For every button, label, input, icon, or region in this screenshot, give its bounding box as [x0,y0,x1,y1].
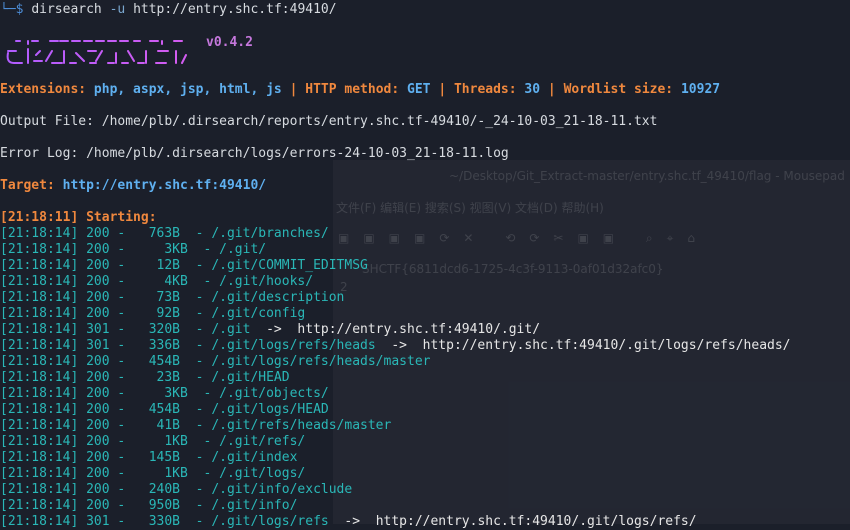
result-entry: [21:18:14] 200 - 763B - /.git/branches/ [0,226,329,241]
method-label: HTTP method: [305,82,400,97]
method-value: GET [407,82,431,97]
result-line: [21:18:14] 301 - 336B - /.git/logs/refs/… [0,338,850,354]
result-line: [21:18:14] 200 - 454B - /.git/logs/refs/… [0,354,850,370]
extensions-label: Extensions: [0,82,87,97]
result-entry: [21:18:14] 200 - 3KB - /.git/ [0,242,267,257]
dirsearch-logo [6,40,187,64]
result-entry: [21:18:14] 200 - 92B - /.git/config [0,306,306,321]
command-flag: -u [109,2,126,17]
result-entry: [21:18:14] 200 - 73B - /.git/description [0,290,345,305]
command-line: └─$ dirsearch -u http://entry.shc.tf:494… [0,2,850,18]
result-line: [21:18:14] 200 - 41B - /.git/refs/heads/… [0,418,850,434]
starting-line: [21:18:11] Starting: [0,210,157,225]
result-line: [21:18:14] 301 - 330B - /.git/logs/refs … [0,514,850,530]
result-line: [21:18:14] 200 - 92B - /.git/config [0,306,850,322]
result-line: [21:18:14] 200 - 240B - /.git/info/exclu… [0,482,850,498]
result-entry: [21:18:14] 200 - 12B - /.git/COMMIT_EDIT… [0,258,368,273]
result-line: [21:18:14] 200 - 763B - /.git/branches/ [0,226,850,242]
result-entry: [21:18:14] 200 - 23B - /.git/HEAD [0,370,290,385]
result-line: [21:18:14] 200 - 73B - /.git/description [0,290,850,306]
version-text: v0.4.2 [206,35,253,50]
result-line: [21:18:14] 200 - 23B - /.git/HEAD [0,370,850,386]
result-entry: [21:18:14] 200 - 145B - /.git/index [0,450,298,465]
wordlist-label: Wordlist size: [563,82,674,97]
separator-2: | [438,82,447,97]
target-label: Target: [0,178,55,193]
result-entry: [21:18:14] 200 - 41B - /.git/refs/heads/… [0,418,392,433]
result-entry: [21:18:14] 301 - 336B - /.git/logs/refs/… [0,338,376,353]
redirect-target: -> http://entry.shc.tf:49410/.git/ [250,322,541,337]
result-entry: [21:18:14] 301 - 320B - /.git [0,322,251,337]
prompt-symbol: └─$ [0,2,24,17]
command-name: dirsearch [31,2,102,17]
result-line: [21:18:14] 200 - 1KB - /.git/refs/ [0,434,850,450]
threads-value: 30 [524,82,541,97]
result-line: [21:18:14] 200 - 145B - /.git/index [0,450,850,466]
output-file-line: Output File: /home/plb/.dirsearch/report… [0,114,658,129]
wordlist-value: 10927 [680,82,721,97]
redirect-target: -> http://entry.shc.tf:49410/.git/logs/r… [375,338,791,353]
result-entry: [21:18:14] 200 - 3KB - /.git/objects/ [0,386,329,401]
result-line: [21:18:14] 200 - 1KB - /.git/logs/ [0,466,850,482]
extensions-value: php, aspx, jsp, html, js [93,82,282,97]
result-entry: [21:18:14] 200 - 1KB - /.git/refs/ [0,434,306,449]
result-line: [21:18:14] 200 - 3KB - /.git/ [0,242,850,258]
separator-3: | [547,82,556,97]
result-entry: [21:18:14] 200 - 1KB - /.git/logs/ [0,466,306,481]
result-entry: [21:18:14] 200 - 4KB - /.git/hooks/ [0,274,314,289]
result-line: [21:18:14] 301 - 320B - /.git -> http://… [0,322,850,338]
command-url: http://entry.shc.tf:49410/ [133,2,337,17]
redirect-target: -> http://entry.shc.tf:49410/.git/logs/r… [328,514,697,529]
result-line: [21:18:14] 200 - 4KB - /.git/hooks/ [0,274,850,290]
result-entry: [21:18:14] 200 - 240B - /.git/info/exclu… [0,482,353,497]
config-line: Extensions: php, aspx, jsp, html, js | H… [0,82,850,98]
version-label: v0.4.2 [206,35,306,51]
result-line: [21:18:14] 200 - 950B - /.git/info/ [0,498,850,514]
error-log-line: Error Log: /home/plb/.dirsearch/logs/err… [0,146,509,161]
threads-label: Threads: [453,82,517,97]
target-line: Target: http://entry.shc.tf:49410/ [0,178,850,194]
result-line: [21:18:14] 200 - 3KB - /.git/objects/ [0,386,850,402]
result-entry: [21:18:14] 200 - 950B - /.git/info/ [0,498,298,513]
separator-1: | [289,82,298,97]
result-entry: [21:18:14] 200 - 454B - /.git/logs/refs/… [0,354,431,369]
result-entry: [21:18:14] 200 - 454B - /.git/logs/HEAD [0,402,329,417]
result-line: [21:18:14] 200 - 454B - /.git/logs/HEAD [0,402,850,418]
target-url: http://entry.shc.tf:49410/ [62,178,267,193]
result-entry: [21:18:14] 301 - 330B - /.git/logs/refs [0,514,329,529]
result-line: [21:18:14] 200 - 12B - /.git/COMMIT_EDIT… [0,258,850,274]
